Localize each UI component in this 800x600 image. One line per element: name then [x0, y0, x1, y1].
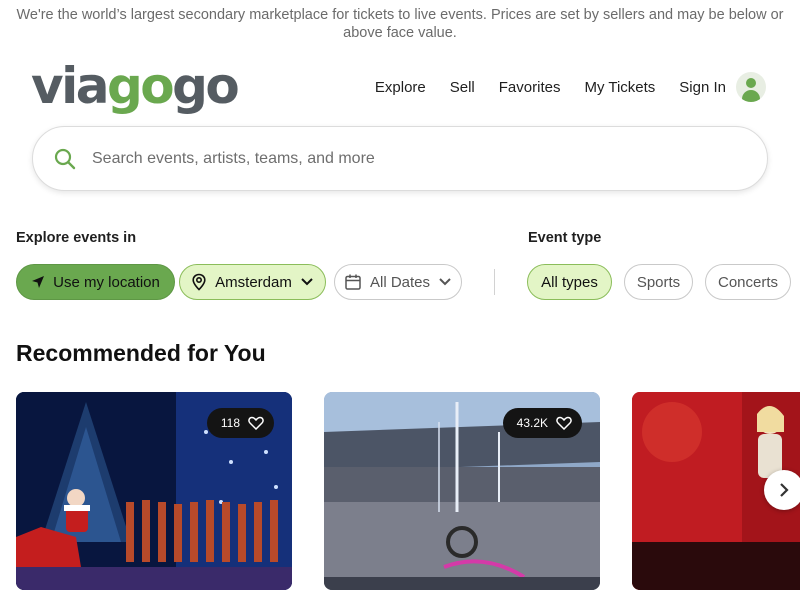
chevron-down-icon [439, 278, 451, 286]
event-card[interactable]: 118 [16, 392, 292, 590]
event-type-all[interactable]: All types [527, 264, 612, 300]
search-bar [32, 126, 768, 191]
nav-my-tickets[interactable]: My Tickets [584, 79, 655, 96]
search-input[interactable] [92, 149, 732, 168]
use-my-location-label: Use my location [53, 273, 160, 291]
event-card[interactable]: 43.2K [324, 392, 600, 590]
favorite-button[interactable]: 43.2K [502, 408, 582, 438]
nav-sign-in[interactable]: Sign In [679, 79, 726, 96]
city-label: Amsterdam [215, 273, 292, 291]
disclaimer-banner: We're the world’s largest secondary mark… [16, 7, 784, 41]
carousel-next-button[interactable] [764, 470, 800, 510]
nav-explore[interactable]: Explore [375, 79, 426, 96]
date-selector[interactable]: All Dates [334, 264, 462, 300]
explore-events-label: Explore events in [16, 230, 137, 246]
event-type-label: Event type [528, 230, 602, 246]
chevron-right-icon [780, 483, 789, 497]
chevron-down-icon [301, 278, 313, 286]
search-icon [54, 148, 76, 169]
navigation-arrow-icon [32, 276, 45, 288]
recommended-title: Recommended for You [16, 340, 266, 366]
user-icon[interactable] [736, 72, 766, 102]
nav-sell[interactable]: Sell [450, 79, 475, 96]
event-type-sports[interactable]: Sports [624, 264, 693, 300]
heart-icon [248, 416, 264, 430]
top-nav: Explore Sell Favorites My Tickets Sign I… [375, 72, 766, 102]
use-my-location-button[interactable]: Use my location [16, 264, 175, 300]
calendar-icon [345, 274, 361, 290]
city-selector[interactable]: Amsterdam [179, 264, 326, 300]
filter-divider [494, 269, 495, 295]
map-pin-icon [192, 273, 206, 291]
favorite-count: 43.2K [516, 416, 548, 430]
favorite-button[interactable]: 118 [206, 408, 274, 438]
event-type-concerts[interactable]: Concerts [705, 264, 791, 300]
favorite-count: 118 [220, 416, 240, 430]
dates-label: All Dates [369, 273, 431, 291]
heart-icon [556, 416, 572, 430]
nav-favorites[interactable]: Favorites [499, 79, 561, 96]
viagogo-logo[interactable]: viagogo [31, 58, 240, 114]
